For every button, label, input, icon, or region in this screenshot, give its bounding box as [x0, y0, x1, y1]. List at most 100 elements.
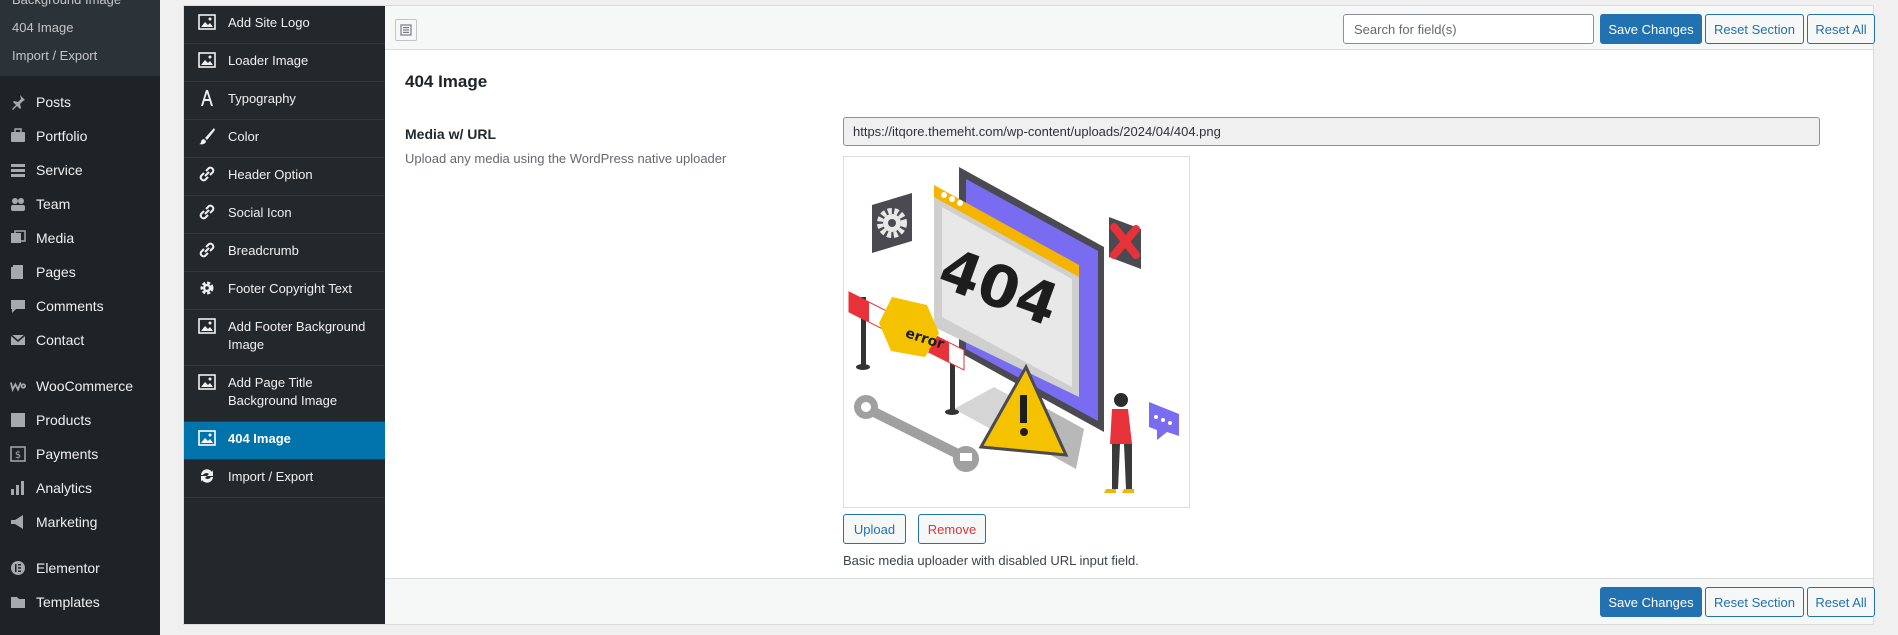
nav-label: Typography [228, 91, 296, 106]
menu-label: Payments [36, 446, 99, 462]
submenu-import-export[interactable]: Import / Export [0, 42, 160, 70]
payments-icon: $ [10, 446, 26, 462]
products-icon [10, 412, 26, 428]
menu-elementor[interactable]: Elementor [0, 551, 160, 585]
nav-label: Color [228, 129, 260, 144]
menu-team[interactable]: Team [0, 187, 160, 221]
save-changes-button[interactable]: Save Changes [1600, 14, 1702, 44]
options-nav: Add Site Logo Loader Image Typography Co… [184, 6, 385, 624]
nav-label: Footer Copyright Text [228, 281, 353, 296]
reset-all-button-bottom[interactable]: Reset All [1807, 587, 1875, 617]
submenu-404-image[interactable]: 404 Image [0, 14, 160, 42]
menu-label: Media [36, 230, 75, 246]
nav-404-image[interactable]: 404 Image [184, 422, 385, 460]
reset-all-button[interactable]: Reset All [1807, 14, 1875, 44]
field-description: Upload any media using the WordPress nat… [405, 151, 727, 166]
nav-color[interactable]: Color [184, 120, 385, 158]
templates-icon [10, 594, 26, 610]
pin-icon [10, 94, 26, 110]
app-root: Background Image 404 Image Import / Expo… [0, 0, 1898, 635]
menu-media[interactable]: Media [0, 221, 160, 255]
reset-section-button[interactable]: Reset Section [1705, 14, 1804, 44]
image-icon [198, 373, 216, 391]
section-content: 404 Image Media w/ URL Upload any media … [385, 50, 1873, 580]
menu-marketing[interactable]: Marketing [0, 505, 160, 539]
menu-payments[interactable]: $ Payments [0, 437, 160, 471]
gear-icon [198, 279, 216, 297]
save-changes-button-bottom[interactable]: Save Changes [1600, 587, 1702, 617]
list-view-icon [400, 24, 412, 36]
menu-contact[interactable]: Contact [0, 323, 160, 357]
reset-section-button-bottom[interactable]: Reset Section [1705, 587, 1804, 617]
brush-icon [198, 127, 216, 145]
menu-label: Elementor [36, 560, 100, 576]
menu-label: Pages [36, 264, 76, 280]
image-icon [198, 51, 216, 69]
wp-main-menu: Posts Portfolio Service Team Media Pages… [0, 85, 160, 619]
wp-submenu: Background Image 404 Image Import / Expo… [0, 0, 160, 76]
refresh-icon [198, 467, 216, 485]
menu-woocommerce[interactable]: WooCommerce [0, 369, 160, 403]
marketing-icon [10, 514, 26, 530]
menu-label: Products [36, 412, 92, 428]
woo-icon [10, 378, 26, 394]
nav-label: Breadcrumb [228, 243, 299, 258]
media-icon [10, 230, 26, 246]
portfolio-icon [10, 128, 26, 144]
menu-label: Posts [36, 94, 72, 110]
nav-loader-image[interactable]: Loader Image [184, 44, 385, 82]
menu-posts[interactable]: Posts [0, 85, 160, 119]
nav-label: Social Icon [228, 205, 292, 220]
nav-social-icon[interactable]: Social Icon [184, 196, 385, 234]
nav-add-footer-bg[interactable]: Add Footer Background Image [184, 310, 385, 366]
submenu-background-image[interactable]: Background Image [0, 0, 160, 14]
image-icon [198, 429, 216, 447]
menu-analytics[interactable]: Analytics [0, 471, 160, 505]
nav-breadcrumb[interactable]: Breadcrumb [184, 234, 385, 272]
comments-icon [10, 298, 26, 314]
top-toolbar: Save Changes Reset Section Reset All [385, 6, 1875, 50]
media-url-input: https://itqore.themeht.com/wp-content/up… [843, 117, 1820, 146]
nav-label: Add Page Title Background Image [228, 375, 338, 408]
menu-products[interactable]: Products [0, 403, 160, 437]
field-label: Media w/ URL [405, 126, 497, 142]
nav-add-page-title-bg[interactable]: Add Page Title Background Image [184, 366, 385, 422]
menu-label: Marketing [36, 514, 98, 530]
menu-label: Templates [36, 594, 100, 610]
link-icon [198, 241, 216, 259]
options-panel: Add Site Logo Loader Image Typography Co… [183, 5, 1875, 625]
section-title: 404 Image [405, 72, 488, 91]
menu-templates[interactable]: Templates [0, 585, 160, 619]
nav-label: Import / Export [228, 469, 314, 484]
expand-options-button[interactable] [395, 19, 417, 41]
menu-pages[interactable]: Pages [0, 255, 160, 289]
menu-portfolio[interactable]: Portfolio [0, 119, 160, 153]
menu-label: Contact [36, 332, 85, 348]
menu-label: Portfolio [36, 128, 88, 144]
link-icon [198, 203, 216, 221]
image-icon [198, 317, 216, 335]
nav-header-option[interactable]: Header Option [184, 158, 385, 196]
team-icon [10, 196, 26, 212]
remove-button[interactable]: Remove [918, 514, 986, 544]
typography-icon [198, 89, 216, 107]
nav-typography[interactable]: Typography [184, 82, 385, 120]
elementor-icon [10, 560, 26, 576]
menu-label: Comments [36, 298, 104, 314]
nav-label: Loader Image [228, 53, 309, 68]
menu-label: Service [36, 162, 83, 178]
upload-button[interactable]: Upload [843, 514, 906, 544]
wp-admin-sidebar: Background Image 404 Image Import / Expo… [0, 0, 160, 635]
image-icon [198, 13, 216, 31]
nav-add-site-logo[interactable]: Add Site Logo [184, 6, 385, 44]
media-preview: 404 error [843, 156, 1190, 508]
menu-service[interactable]: Service [0, 153, 160, 187]
link-icon [198, 165, 216, 183]
nav-label: Add Site Logo [228, 15, 310, 30]
nav-label: Header Option [228, 167, 313, 182]
svg-text:$: $ [15, 450, 21, 461]
search-fields-input[interactable] [1343, 14, 1594, 44]
menu-comments[interactable]: Comments [0, 289, 160, 323]
nav-import-export[interactable]: Import / Export [184, 460, 385, 498]
nav-footer-copyright[interactable]: Footer Copyright Text [184, 272, 385, 310]
